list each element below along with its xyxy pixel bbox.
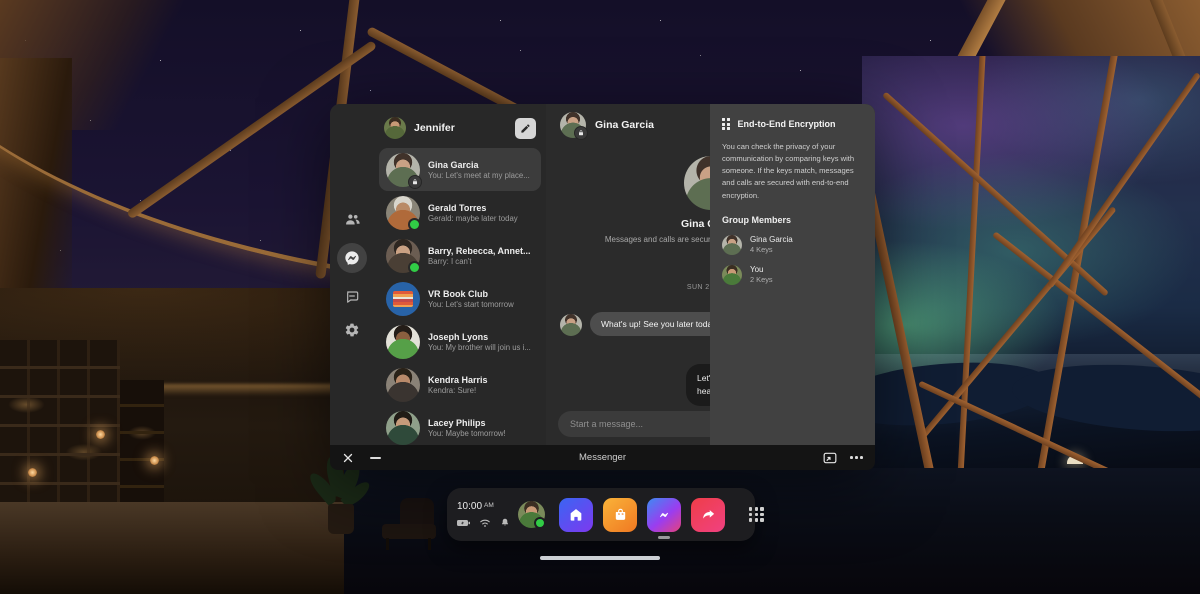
avatar [386,410,420,445]
shelf-lamp [150,456,159,465]
group-member-row[interactable]: You 2 Keys [722,264,863,285]
avatar[interactable] [560,112,588,140]
chat-list-item[interactable]: Gerald Torres Gerald: maybe later today [379,191,541,234]
messenger-chats-tab-active[interactable] [337,243,367,273]
member-keys: 4 Keys [750,245,773,255]
chat-preview: Barry: I can't [428,256,472,266]
messenger-app-icon[interactable] [647,497,681,539]
avatar [722,264,742,285]
chat-name: Lacey Philips [428,417,486,428]
chat-name: Joseph Lyons [428,331,489,342]
chat-name: Gerald Torres [428,202,487,213]
avatar [722,234,742,255]
store-app-icon[interactable] [603,497,637,532]
online-status-dot [534,517,546,529]
avatar [386,152,422,189]
bookshelf [120,380,164,512]
encryption-panel: End-to-End Encryption You can check the … [710,104,875,445]
chat-preview: You: Let's meet at my place... [428,170,530,180]
chat-list-item[interactable]: Barry, Rebecca, Annet... Barry: I can't [379,234,541,277]
compose-icon[interactable] [515,117,536,139]
user-avatar[interactable] [518,501,546,529]
chat-list-item[interactable]: Kendra Harris Kendra: Sure! [379,363,541,406]
settings-gear-icon[interactable] [343,321,361,339]
shelf-lamp [96,430,105,439]
apps-grid-icon[interactable] [749,507,764,522]
member-keys: 2 Keys [750,275,773,285]
chat-list: Gina Garcia You: Let's meet at my place..… [374,146,546,445]
chat-list-item[interactable]: VR Book Club You: Let's start tomorrow [379,277,541,320]
conversation-contact-name: Gina Garcia [595,119,654,131]
encryption-panel-header: End-to-End Encryption [722,118,863,130]
chat-list-header: Jennifer [374,110,546,146]
chat-list-item[interactable]: Gina Garcia You: Let's meet at my place..… [379,148,541,191]
group-member-row[interactable]: Gina Garcia 4 Keys [722,234,863,255]
messenger-nav-rail [330,104,374,445]
avatar [386,324,420,359]
member-name: You [750,265,764,275]
taskbar-drag-handle[interactable] [540,556,660,560]
chat-name: Barry, Rebecca, Annet... [428,245,531,256]
avatar [386,367,420,402]
avatar [386,195,421,231]
clock-time: 10:00 [457,501,483,512]
clock-meridiem: AM [484,502,494,509]
close-icon[interactable] [342,452,354,464]
avatar [560,314,582,336]
chat-preview: You: My brother will join us i... [428,342,531,352]
notifications-bell-icon [500,517,510,528]
more-options-icon[interactable] [850,456,863,459]
lock-icon [408,174,422,189]
chat-list-panel: Jennifer Gina Garcia You: Let's meet at m… [374,104,546,445]
chat-preview: Kendra: Sure! [428,385,477,395]
chat-list-item[interactable]: Joseph Lyons You: My brother will join us… [379,320,541,363]
contacts-icon[interactable] [343,210,361,228]
online-status-dot [408,260,421,274]
chat-name: Kendra Harris [428,374,488,385]
shelf-lamp [28,468,37,477]
member-name: Gina Garcia [750,235,793,245]
online-status-dot [408,217,421,231]
cast-icon[interactable] [823,452,837,464]
chat-preview: Gerald: maybe later today [428,213,518,223]
messenger-window: Jennifer Gina Garcia You: Let's meet at m… [330,104,875,470]
window-titlebar: Messenger [330,445,875,470]
battery-icon [457,519,470,527]
active-app-indicator [658,536,670,539]
minimize-icon[interactable] [370,456,381,459]
horizon-home-app-icon[interactable] [559,497,593,532]
lock-icon [574,126,588,140]
chat-preview: You: Maybe tomorrow! [428,428,506,438]
status-cluster[interactable]: 10:00 AM [457,501,510,528]
messenger-window-content: Jennifer Gina Garcia You: Let's meet at m… [330,104,875,445]
chat-bubble-icon[interactable] [343,288,361,306]
conversation-panel: Gina Garcia Gina Garcia Messages and cal… [546,104,875,445]
sharing-app-icon[interactable] [691,497,725,532]
profile-name: Jennifer [414,122,455,134]
system-taskbar: 10:00 AM [447,488,764,541]
avatar [386,238,421,274]
chat-name: Gina Garcia [428,159,479,170]
bookshelf [0,340,120,510]
avatar[interactable] [384,117,406,139]
encryption-panel-title: End-to-End Encryption [737,119,836,129]
wifi-icon [479,518,491,528]
pinned-apps [559,497,725,539]
chat-name: VR Book Club [428,288,488,299]
encryption-description: You can check the privacy of your commun… [722,142,855,200]
dome-window-aurora-view [862,56,1200,490]
interior-room [0,288,344,594]
key-grid-icon [722,118,730,130]
wood-floor [0,502,344,594]
avatar [386,281,420,316]
group-members-label: Group Members [722,214,792,225]
potted-plant [306,454,376,552]
chat-preview: You: Let's start tomorrow [428,299,514,309]
incoming-message: What's up! See you later today? [560,312,733,336]
chair-silhouette [372,498,446,550]
chat-list-item[interactable]: Lacey Philips You: Maybe tomorrow! [379,406,541,445]
window-title: Messenger [579,452,626,463]
